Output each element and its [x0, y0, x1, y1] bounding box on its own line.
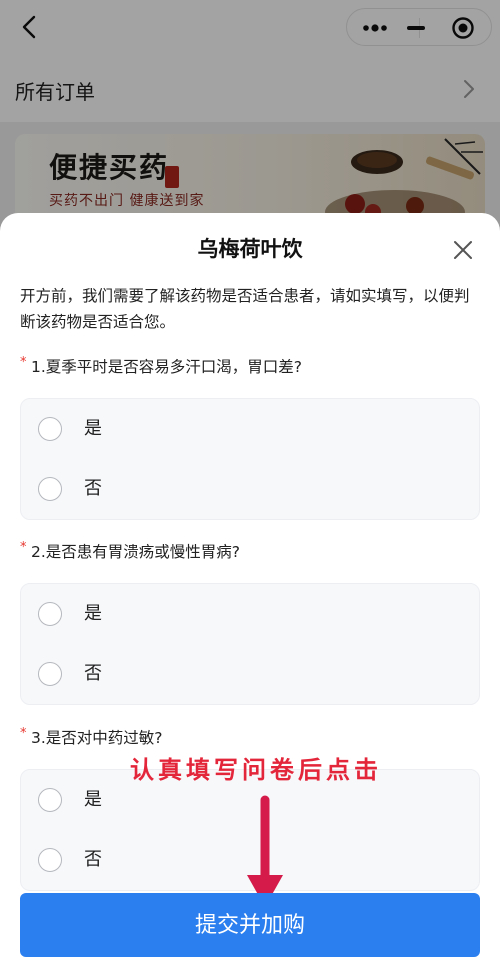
option-no[interactable]: 否: [21, 459, 481, 519]
option-no[interactable]: 否: [21, 644, 481, 704]
required-mark: *: [20, 726, 27, 741]
close-icon[interactable]: [452, 239, 474, 261]
question-label: 3.是否对中药过敏?: [31, 729, 163, 747]
options-group: 是 否: [20, 583, 480, 705]
question-label: 1.夏季平时是否容易多汗口渴，胃口差?: [31, 358, 303, 376]
question-text: * 2.是否患有胃溃疡或慢性胃病?: [20, 540, 480, 563]
sheet-title: 乌梅荷叶饮: [197, 237, 303, 261]
required-mark: *: [20, 540, 27, 555]
radio-button[interactable]: [38, 788, 62, 812]
option-label: 是: [84, 418, 102, 439]
question-text: * 3.是否对中药过敏?: [20, 726, 480, 749]
annotation-text: 认真填写问卷后点击: [130, 756, 382, 784]
radio-button[interactable]: [38, 417, 62, 441]
intro-text: 开方前，我们需要了解该药物是否适合患者，请如实填写，以便判断该药物是否适合您。: [20, 287, 470, 331]
option-yes[interactable]: 是: [21, 399, 481, 459]
question-2: * 2.是否患有胃溃疡或慢性胃病? 是 否: [20, 540, 480, 705]
option-label: 否: [84, 663, 102, 684]
submit-and-add-to-cart-button[interactable]: 提交并加购: [20, 893, 480, 957]
option-label: 否: [84, 478, 102, 499]
question-text: * 1.夏季平时是否容易多汗口渴，胃口差?: [20, 355, 480, 378]
question-label: 2.是否患有胃溃疡或慢性胃病?: [31, 543, 241, 561]
required-mark: *: [20, 355, 27, 370]
option-label: 是: [84, 603, 102, 624]
page: 所有订单 便捷买药 买药不出门 健康送到家 乌梅荷叶饮 开方前，我们需要了解该药: [0, 0, 500, 965]
radio-button[interactable]: [38, 662, 62, 686]
option-label: 是: [84, 789, 102, 810]
option-label: 否: [84, 849, 102, 870]
radio-button[interactable]: [38, 477, 62, 501]
options-group: 是 否: [20, 398, 480, 520]
radio-button[interactable]: [38, 602, 62, 626]
question-1: * 1.夏季平时是否容易多汗口渴，胃口差? 是 否: [20, 355, 480, 520]
option-yes[interactable]: 是: [21, 584, 481, 644]
radio-button[interactable]: [38, 848, 62, 872]
